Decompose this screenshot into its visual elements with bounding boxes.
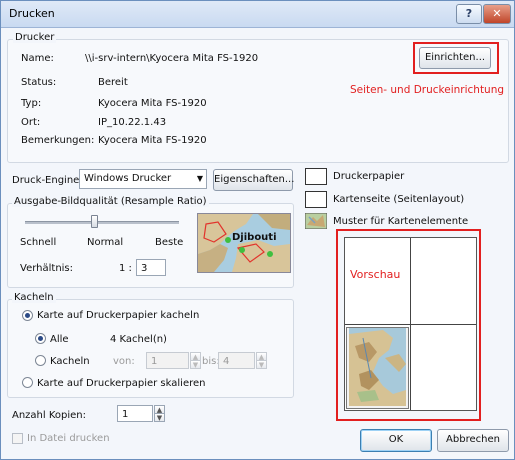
preview-pane: Vorschau <box>344 237 477 411</box>
print-to-file-checkbox[interactable] <box>12 433 23 444</box>
status-label: Status: <box>21 77 57 88</box>
preview-map-tile <box>349 328 406 406</box>
engine-select[interactable]: Windows Drucker ▼ <box>79 169 207 189</box>
setup-button[interactable]: Einrichten... <box>419 47 491 69</box>
quality-tick-normal: Normal <box>87 237 124 248</box>
print-dialog: Drucken ? ✕ Drucker Name: \\i-srv-intern… <box>0 0 515 460</box>
map-preview-thumbnail: Djibouti <box>197 213 291 273</box>
from-stepper-down[interactable]: ▼ <box>190 360 201 369</box>
ort-label: Ort: <box>21 117 41 128</box>
window-title: Drucken <box>9 7 55 20</box>
ratio-label: Verhältnis: <box>20 263 74 274</box>
quality-tick-fast: Schnell <box>20 237 57 248</box>
copies-stepper-down[interactable]: ▼ <box>154 413 165 422</box>
ratio-input[interactable]: 3 <box>136 259 166 276</box>
status-value: Bereit <box>98 77 128 88</box>
scale-to-paper-label[interactable]: Karte auf Druckerpapier skalieren <box>37 378 205 389</box>
quality-tick-best: Beste <box>155 237 184 248</box>
engine-select-value: Windows Drucker <box>84 173 172 184</box>
slider-track <box>25 221 179 224</box>
all-tiles-label[interactable]: Alle <box>50 334 69 345</box>
print-to-file-label[interactable]: In Datei drucken <box>27 433 110 444</box>
bemerkungen-value: Kyocera Mita FS-1920 <box>98 135 207 146</box>
quality-group-label: Ausgabe-Bildqualität (Resample Ratio) <box>12 196 209 207</box>
map-city-label: Djibouti <box>232 232 277 243</box>
legend-paper-swatch <box>305 168 327 185</box>
ratio-prefix: 1 : <box>119 263 132 274</box>
copies-input[interactable]: 1 <box>117 405 153 422</box>
tile-count: 4 Kachel(n) <box>110 334 167 345</box>
legend-page-label: Kartenseite (Seitenlayout) <box>333 194 465 205</box>
tile-range-label[interactable]: Kacheln <box>50 356 90 367</box>
ok-button[interactable]: OK <box>360 429 432 452</box>
title-bar: Drucken ? ✕ <box>1 1 514 28</box>
tile-range-radio[interactable] <box>35 355 46 366</box>
tile-on-paper-label[interactable]: Karte auf Druckerpapier kacheln <box>37 310 199 321</box>
preview-label: Vorschau <box>350 268 401 281</box>
printer-group-label: Drucker <box>13 32 57 43</box>
name-value: \\i-srv-intern\Kyocera Mita FS-1920 <box>85 53 259 64</box>
all-tiles-radio[interactable] <box>35 333 46 344</box>
to-input[interactable]: 4 <box>218 352 255 369</box>
quality-slider[interactable] <box>25 215 179 231</box>
typ-label: Typ: <box>21 98 42 109</box>
setup-annotation: Seiten- und Druckeinrichtung <box>350 84 505 96</box>
cancel-button[interactable]: Abbrechen <box>437 429 509 452</box>
tile-on-paper-radio[interactable] <box>22 310 33 321</box>
from-label: von: <box>113 356 135 367</box>
typ-value: Kyocera Mita FS-1920 <box>98 98 207 109</box>
legend-pattern-swatch <box>305 213 327 229</box>
engine-label: Druck-Engine: <box>12 175 83 186</box>
chevron-down-icon: ▼ <box>196 174 203 183</box>
from-input[interactable]: 1 <box>146 352 189 369</box>
bemerkungen-label: Bemerkungen: <box>21 135 95 146</box>
copies-label: Anzahl Kopien: <box>12 410 87 421</box>
preview-divider-horizontal <box>345 324 476 325</box>
legend-pattern-label: Muster für Kartenelemente <box>333 216 469 227</box>
close-button[interactable]: ✕ <box>483 4 511 24</box>
scale-to-paper-radio[interactable] <box>22 377 33 388</box>
name-label: Name: <box>21 53 54 64</box>
legend-paper-label: Druckerpapier <box>333 171 405 182</box>
legend-page-swatch <box>305 191 327 208</box>
to-stepper-down[interactable]: ▼ <box>256 360 267 369</box>
tiles-group-label: Kacheln <box>12 292 56 303</box>
properties-button[interactable]: Eigenschaften... <box>213 169 294 191</box>
ort-value: IP_10.22.1.43 <box>98 117 167 128</box>
slider-thumb[interactable] <box>91 215 98 228</box>
help-button[interactable]: ? <box>456 4 482 24</box>
